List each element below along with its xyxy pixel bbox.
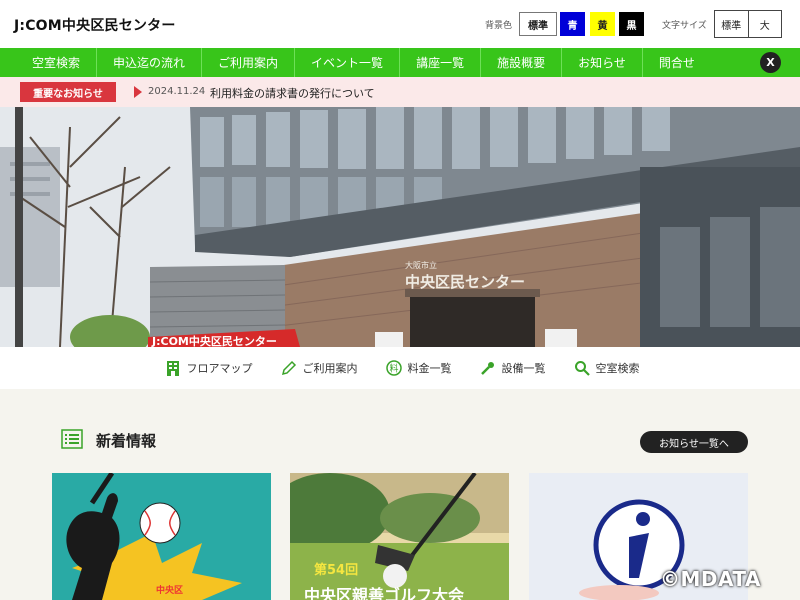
main-nav: 空室検索 申込迄の流れ ご利用案内 イベント一覧 講座一覧 施設概要 お知らせ … [0,48,800,77]
site-title[interactable]: J:COM中央区民センター [14,15,176,35]
nav-item-application-flow[interactable]: 申込迄の流れ [96,48,201,77]
quick-link-label: ご利用案内 [302,362,358,375]
card-overlay-text: 中央区 [156,586,184,596]
yen-icon: 料 [385,360,402,376]
baseball-illustration [52,473,271,600]
font-standard-button[interactable]: 標準 [715,11,749,37]
quick-link-label: 空室検索 [595,362,640,375]
sign-center-name: 中央区民センター [405,273,525,291]
bg-black-button[interactable]: 黒 [619,12,644,36]
quick-link-fees[interactable]: 料 料金一覧 [382,360,452,376]
hero-image: 大阪市立 中央区民センター J:COM中央区民センター [0,107,800,347]
hero-building-illustration: 大阪市立 中央区民センター J:COM中央区民センター [0,107,800,347]
nav-item-news[interactable]: お知らせ [561,48,642,77]
list-icon [61,429,83,449]
nav-item-courses[interactable]: 講座一覧 [399,48,480,77]
hero-banner-text: J:COM中央区民センター [151,334,277,347]
notice-badge: 重要なお知らせ [20,82,116,102]
news-card-baseball[interactable]: 中央区 [52,473,271,600]
quick-link-label: 料金一覧 [407,362,452,375]
font-size-label: 文字サイズ [662,21,707,31]
building-icon [166,361,179,376]
card-overlay-main: 中央区親善ゴルフ大会 [304,586,465,600]
news-card-golf[interactable]: 第54回 中央区親善ゴルフ大会 [290,473,509,600]
quick-link-label: 設備一覧 [501,362,546,375]
news-title: 新着情報 [96,432,157,450]
pencil-icon [281,360,296,376]
arrow-right-icon [134,86,142,98]
bg-blue-button[interactable]: 青 [560,12,585,36]
nav-item-facility[interactable]: 施設概要 [480,48,561,77]
bg-standard-button[interactable]: 標準 [519,12,557,36]
header: J:COM中央区民センター 背景色 標準 青 黄 黒 文字サイズ 標準 大 [0,0,800,48]
x-social-icon[interactable]: X [760,52,781,73]
sign-osaka: 大阪市立 [405,260,437,270]
bg-color-label: 背景色 [485,21,513,31]
quick-links: フロアマップ ご利用案内 料 料金一覧 設備一覧 空室検索 [0,347,800,389]
nav-item-vacancy-search[interactable]: 空室検索 [16,48,96,77]
nav-item-events[interactable]: イベント一覧 [294,48,399,77]
quick-link-label: フロアマップ [186,362,253,375]
important-notice-bar: 重要なお知らせ 2024.11.24 利用料金の請求書の発行について [0,77,800,107]
news-more-button[interactable]: お知らせ一覧へ [640,431,748,453]
svg-text:料: 料 [389,363,398,375]
quick-link-equipment[interactable]: 設備一覧 [476,360,546,376]
search-icon [574,361,590,376]
nav-item-usage-guide[interactable]: ご利用案内 [201,48,294,77]
tool-icon [480,362,494,375]
nav-item-contact[interactable]: 問合せ [641,48,711,77]
notice-link[interactable]: 利用料金の請求書の発行について [210,85,375,101]
golf-illustration [290,473,509,600]
card-overlay-sub: 第54回 [314,563,359,578]
font-size-toggle: 標準 大 [714,10,782,38]
quick-link-usage-guide[interactable]: ご利用案内 [277,360,358,376]
watermark: ©MDATA [660,567,761,591]
notice-date: 2024.11.24 [148,86,206,97]
quick-link-floor-map[interactable]: フロアマップ [161,360,253,376]
bg-yellow-button[interactable]: 黄 [590,12,615,36]
quick-link-vacancy-search[interactable]: 空室検索 [570,360,640,376]
font-large-button[interactable]: 大 [749,11,782,37]
